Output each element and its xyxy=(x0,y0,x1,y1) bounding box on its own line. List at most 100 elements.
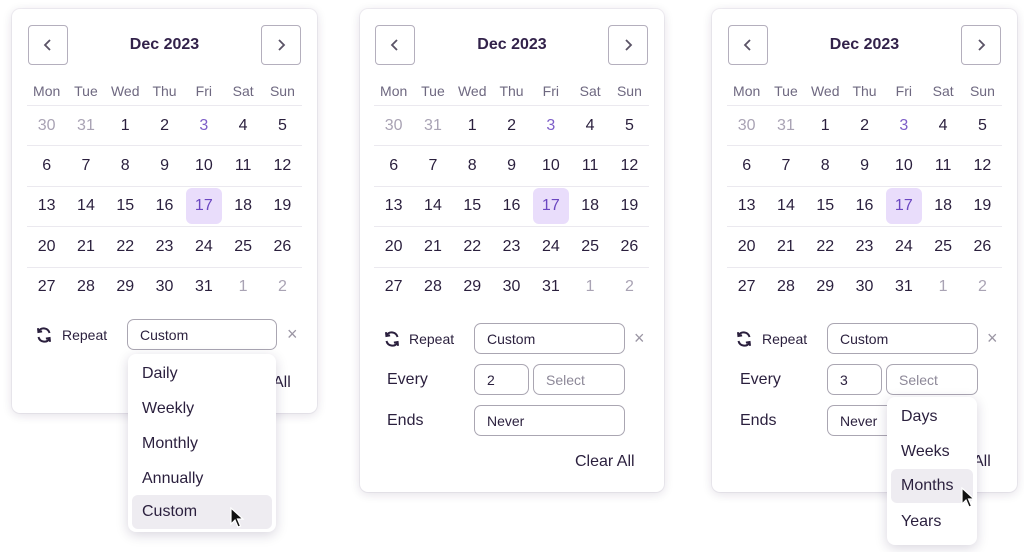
day-cell[interactable]: 10 xyxy=(884,145,924,185)
clear-all-button[interactable]: Clear All xyxy=(575,453,635,471)
day-cell[interactable]: 15 xyxy=(105,185,145,226)
day-cell[interactable]: 23 xyxy=(491,226,532,266)
day-cell[interactable]: 1 xyxy=(923,266,963,307)
day-cell[interactable]: 22 xyxy=(452,226,492,266)
day-cell[interactable]: 16 xyxy=(844,185,885,226)
day-cell[interactable]: 2 xyxy=(144,105,185,145)
day-cell[interactable]: 3 xyxy=(884,105,924,145)
day-cell[interactable]: 19 xyxy=(962,185,1003,226)
day-cell-selected[interactable]: 17 xyxy=(531,185,571,226)
day-cell[interactable]: 24 xyxy=(884,226,924,266)
day-cell[interactable]: 1 xyxy=(105,105,145,145)
every-number-input[interactable]: 2 xyxy=(474,364,529,395)
day-cell[interactable]: 14 xyxy=(66,185,106,226)
day-cell[interactable]: 11 xyxy=(570,145,610,185)
option-years[interactable]: Years xyxy=(891,505,973,538)
day-cell[interactable]: 12 xyxy=(962,145,1003,185)
day-cell[interactable]: 8 xyxy=(805,145,845,185)
day-cell[interactable]: 19 xyxy=(262,185,303,226)
day-cell[interactable]: 2 xyxy=(262,266,303,307)
day-cell-selected[interactable]: 17 xyxy=(884,185,924,226)
next-month-button[interactable] xyxy=(261,25,301,65)
day-cell[interactable]: 10 xyxy=(184,145,224,185)
day-cell[interactable]: 31 xyxy=(766,105,806,145)
day-cell[interactable]: 25 xyxy=(570,226,610,266)
day-cell[interactable]: 27 xyxy=(27,266,67,307)
day-cell[interactable]: 9 xyxy=(844,145,885,185)
unit-select[interactable]: Select xyxy=(533,364,625,395)
option-weeks[interactable]: Weeks xyxy=(891,435,973,468)
day-cell[interactable]: 11 xyxy=(223,145,263,185)
day-cell[interactable]: 2 xyxy=(844,105,885,145)
day-cell[interactable]: 27 xyxy=(727,266,767,307)
unit-select[interactable]: Select xyxy=(886,364,978,395)
day-cell[interactable]: 11 xyxy=(923,145,963,185)
day-cell[interactable]: 28 xyxy=(413,266,453,307)
day-cell[interactable]: 28 xyxy=(66,266,106,307)
day-cell[interactable]: 8 xyxy=(105,145,145,185)
day-cell[interactable]: 5 xyxy=(609,105,650,145)
day-cell[interactable]: 31 xyxy=(884,266,924,307)
clear-repeat-button[interactable]: × xyxy=(987,329,998,347)
option-weekly[interactable]: Weekly xyxy=(132,392,272,425)
day-cell[interactable]: 13 xyxy=(27,185,67,226)
day-cell-selected[interactable]: 17 xyxy=(184,185,224,226)
day-cell[interactable]: 24 xyxy=(531,226,571,266)
day-cell[interactable]: 23 xyxy=(844,226,885,266)
day-cell[interactable]: 1 xyxy=(452,105,492,145)
repeat-select[interactable]: Custom xyxy=(827,323,978,354)
day-cell[interactable]: 1 xyxy=(570,266,610,307)
day-cell[interactable]: 29 xyxy=(452,266,492,307)
option-days[interactable]: Days xyxy=(891,400,973,433)
day-cell[interactable]: 3 xyxy=(531,105,571,145)
day-cell[interactable]: 13 xyxy=(727,185,767,226)
day-cell[interactable]: 10 xyxy=(531,145,571,185)
day-cell[interactable]: 30 xyxy=(727,105,767,145)
day-cell[interactable]: 31 xyxy=(531,266,571,307)
day-cell[interactable]: 25 xyxy=(223,226,263,266)
day-cell[interactable]: 3 xyxy=(184,105,224,145)
day-cell[interactable]: 20 xyxy=(727,226,767,266)
day-cell[interactable]: 21 xyxy=(766,226,806,266)
day-cell[interactable]: 24 xyxy=(184,226,224,266)
day-cell[interactable]: 18 xyxy=(223,185,263,226)
day-cell[interactable]: 9 xyxy=(491,145,532,185)
every-number-input[interactable]: 3 xyxy=(827,364,882,395)
next-month-button[interactable] xyxy=(961,25,1001,65)
day-cell[interactable]: 28 xyxy=(766,266,806,307)
day-cell[interactable]: 5 xyxy=(962,105,1003,145)
day-cell[interactable]: 26 xyxy=(262,226,303,266)
option-custom[interactable]: Custom xyxy=(132,495,272,529)
day-cell[interactable]: 19 xyxy=(609,185,650,226)
day-cell[interactable]: 20 xyxy=(27,226,67,266)
repeat-select[interactable]: Custom xyxy=(127,319,277,350)
day-cell[interactable]: 26 xyxy=(609,226,650,266)
day-cell[interactable]: 9 xyxy=(144,145,185,185)
day-cell[interactable]: 1 xyxy=(223,266,263,307)
day-cell[interactable]: 20 xyxy=(374,226,414,266)
day-cell[interactable]: 18 xyxy=(923,185,963,226)
day-cell[interactable]: 31 xyxy=(413,105,453,145)
day-cell[interactable]: 8 xyxy=(452,145,492,185)
day-cell[interactable]: 5 xyxy=(262,105,303,145)
option-daily[interactable]: Daily xyxy=(132,357,272,390)
day-cell[interactable]: 31 xyxy=(66,105,106,145)
day-cell[interactable]: 30 xyxy=(144,266,185,307)
day-cell[interactable]: 22 xyxy=(805,226,845,266)
next-month-button[interactable] xyxy=(608,25,648,65)
day-cell[interactable]: 27 xyxy=(374,266,414,307)
day-cell[interactable]: 6 xyxy=(374,145,414,185)
day-cell[interactable]: 12 xyxy=(609,145,650,185)
day-cell[interactable]: 14 xyxy=(413,185,453,226)
day-cell[interactable]: 30 xyxy=(491,266,532,307)
day-cell[interactable]: 21 xyxy=(66,226,106,266)
day-cell[interactable]: 25 xyxy=(923,226,963,266)
day-cell[interactable]: 21 xyxy=(413,226,453,266)
day-cell[interactable]: 7 xyxy=(66,145,106,185)
day-cell[interactable]: 6 xyxy=(727,145,767,185)
repeat-select[interactable]: Custom xyxy=(474,323,625,354)
day-cell[interactable]: 7 xyxy=(766,145,806,185)
day-cell[interactable]: 30 xyxy=(844,266,885,307)
day-cell[interactable]: 1 xyxy=(805,105,845,145)
day-cell[interactable]: 2 xyxy=(491,105,532,145)
